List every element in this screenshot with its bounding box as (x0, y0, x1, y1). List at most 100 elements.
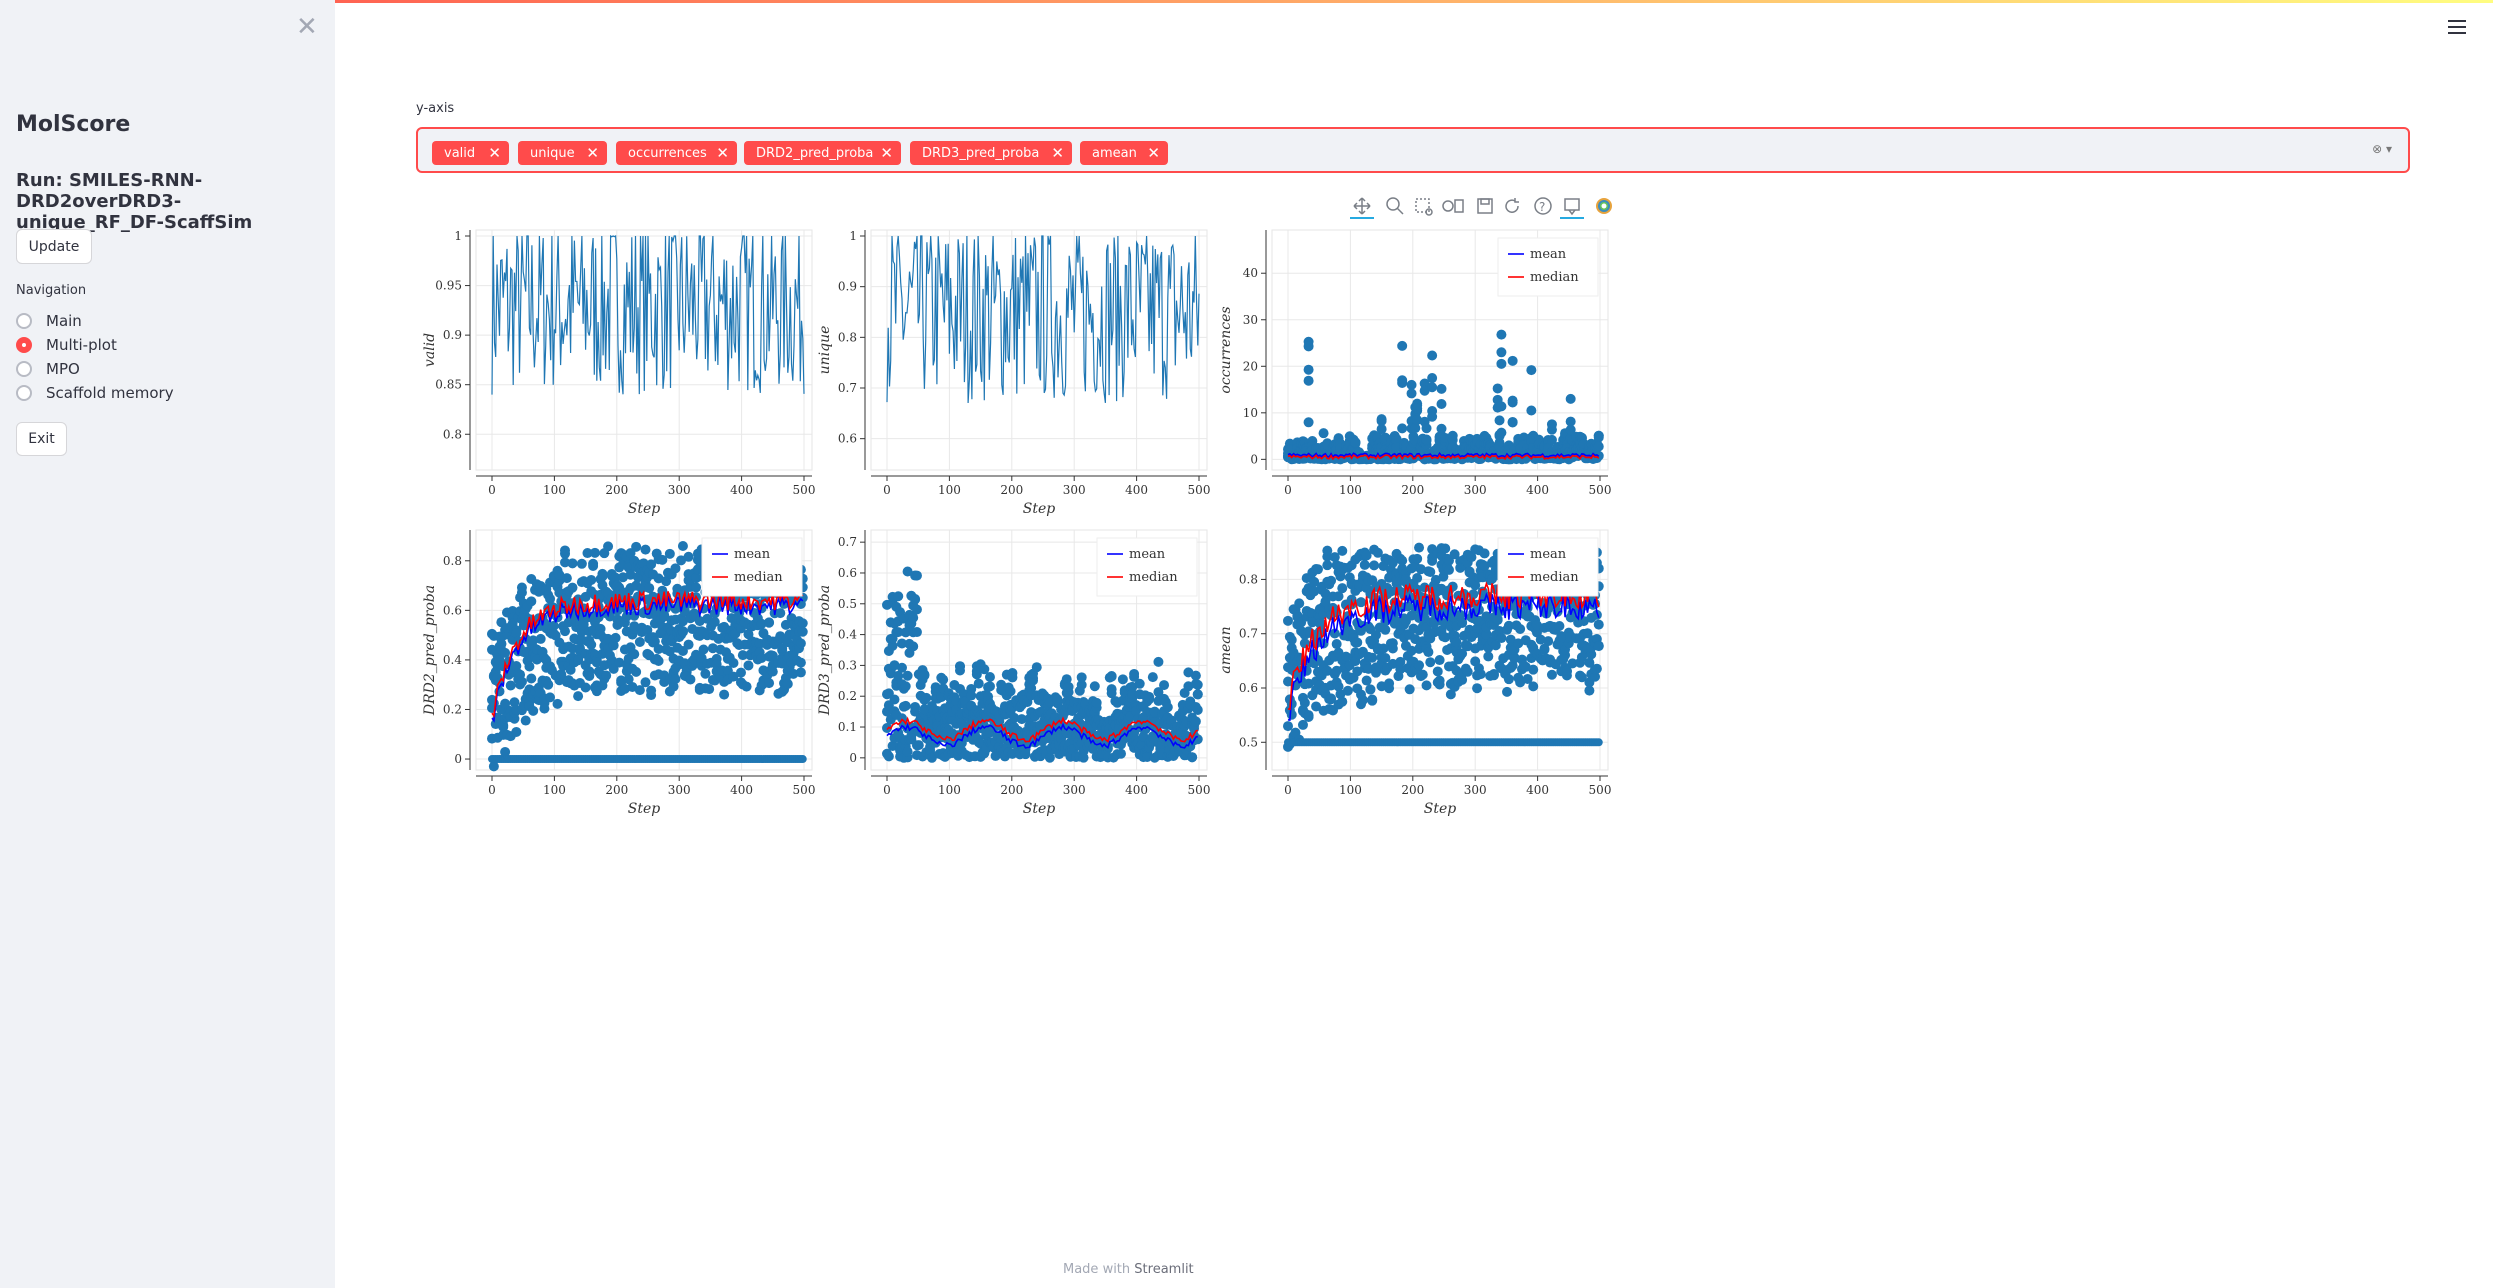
data-point (1367, 652, 1378, 663)
remove-chip-icon[interactable]: ✕ (1051, 144, 1064, 162)
chip-drd2-pred-proba: DRD2_pred_proba ✕ (744, 141, 901, 165)
y-tick-label: 0.7 (838, 535, 857, 549)
data-point (1294, 598, 1305, 609)
chip-label: valid (444, 145, 476, 161)
x-tick-label: 0 (883, 483, 891, 497)
data-point (764, 617, 775, 628)
radio-button[interactable] (16, 313, 32, 329)
box-zoom-icon[interactable] (1415, 198, 1433, 216)
plot-unique[interactable]: 0 100 200 300 400 500 0.6 0.7 0.8 0.9 1 Step unique (815, 222, 1215, 526)
data-point (560, 545, 571, 556)
update-button[interactable]: Update (16, 229, 92, 264)
data-point (1417, 669, 1428, 680)
hover-icon[interactable] (1560, 198, 1584, 219)
data-point (911, 570, 922, 581)
help-icon[interactable]: ? (1534, 197, 1552, 215)
radio-button[interactable] (16, 385, 32, 401)
data-point (1380, 624, 1391, 635)
nav-option-scaffold-memory[interactable]: Scaffold memory (16, 384, 174, 402)
data-point (1020, 749, 1031, 760)
data-point (775, 608, 786, 619)
data-point (1134, 678, 1145, 689)
bokeh-logo-icon[interactable] (1596, 198, 1612, 214)
y-tick-label: 20 (1243, 359, 1258, 373)
nav-option-label: Scaffold memory (46, 384, 174, 402)
nav-option-multi-plot[interactable]: Multi-plot (16, 336, 117, 354)
radio-button[interactable] (16, 361, 32, 377)
data-point (1376, 424, 1387, 435)
footer-brand-link[interactable]: Streamlit (1134, 1262, 1193, 1277)
box-select-icon[interactable] (1442, 199, 1464, 213)
y-axis-multiselect[interactable]: valid ✕ unique ✕ occurrences ✕ DRD2_pred_proba… (416, 127, 2410, 173)
data-point (984, 671, 995, 682)
data-point (653, 656, 664, 667)
y-tick-label: 0.85 (435, 378, 462, 392)
nav-option-main[interactable]: Main (16, 312, 82, 330)
data-point (1365, 684, 1376, 695)
data-point (921, 692, 932, 703)
data-point (1192, 689, 1203, 700)
data-point (1412, 553, 1423, 564)
wheel-zoom-icon[interactable] (1386, 197, 1404, 215)
data-point (526, 673, 537, 684)
clear-and-dropdown-icon[interactable]: ⊗ ▾ (2372, 142, 2392, 156)
data-point (1116, 748, 1126, 759)
data-point (1337, 696, 1348, 707)
data-point (1503, 674, 1514, 685)
data-point (601, 670, 612, 681)
svg-text:?: ? (1539, 200, 1545, 214)
nav-option-mpo[interactable]: MPO (16, 360, 80, 378)
plot-amean[interactable]: mean median 0 100 200 300 400 500 0.5 0.6 0.7 0.8 St… (1216, 522, 1616, 826)
remove-chip-icon[interactable]: ✕ (488, 144, 501, 162)
y-tick-label: 0.6 (838, 566, 857, 580)
plot-valid[interactable]: 0 100 200 300 400 500 0.8 0.85 0.9 0.95 1 Step valid (420, 222, 820, 526)
data-point (1007, 672, 1018, 683)
save-icon[interactable] (1477, 198, 1493, 214)
data-point (1494, 415, 1505, 426)
nav-option-label: Main (46, 312, 82, 330)
data-point (1283, 615, 1293, 626)
data-point (1565, 393, 1576, 404)
data-point (1397, 555, 1408, 566)
plot-drd2-pred-proba[interactable]: mean median 0 100 200 300 400 500 0 0.2 0.4 0.6 0.8 S… (420, 522, 820, 826)
data-point (902, 746, 913, 757)
remove-chip-icon[interactable]: ✕ (880, 144, 893, 162)
x-axis-label: Step (1023, 801, 1056, 817)
x-tick-label: 500 (1188, 783, 1211, 797)
close-icon[interactable]: ✕ (296, 14, 318, 40)
data-point (798, 755, 807, 764)
hamburger-menu-icon[interactable] (2448, 20, 2466, 38)
y-tick-label: 0.2 (443, 702, 462, 716)
data-point (1434, 655, 1445, 666)
data-point (1526, 365, 1537, 376)
data-point (795, 667, 806, 678)
remove-chip-icon[interactable]: ✕ (586, 144, 599, 162)
y-tick-label: 1 (849, 229, 857, 243)
data-point (1427, 373, 1438, 384)
radio-button-selected[interactable] (16, 337, 32, 353)
data-point (511, 726, 522, 737)
data-point (1432, 666, 1443, 677)
y-tick-label: 0.7 (1239, 627, 1258, 641)
pan-icon[interactable] (1350, 197, 1374, 219)
data-point (589, 547, 600, 558)
x-tick-label: 300 (1464, 783, 1487, 797)
data-point (1192, 704, 1203, 715)
y-tick-label: 0.9 (443, 328, 462, 342)
data-point (1507, 417, 1518, 428)
data-point (1539, 644, 1550, 655)
y-tick-label: 0 (1250, 452, 1258, 466)
data-point (911, 604, 922, 615)
reset-icon[interactable] (1505, 198, 1519, 213)
data-point (1303, 364, 1314, 375)
data-point (1322, 560, 1333, 571)
x-tick-label: 0 (883, 783, 891, 797)
plot-occurrences[interactable]: mean median 0 100 200 300 400 500 0 10 20 30 40 Step o… (1216, 222, 1616, 526)
remove-chip-icon[interactable]: ✕ (1147, 144, 1160, 162)
remove-chip-icon[interactable]: ✕ (716, 144, 729, 162)
data-point (735, 667, 746, 678)
plot-drd3-pred-proba[interactable]: mean median 0 100 200 300 400 500 0 0.1 0.2 0.3 0.4 0… (815, 522, 1215, 826)
legend-label: mean (1530, 247, 1567, 262)
data-point (1427, 411, 1438, 422)
exit-button[interactable]: Exit (16, 422, 67, 456)
